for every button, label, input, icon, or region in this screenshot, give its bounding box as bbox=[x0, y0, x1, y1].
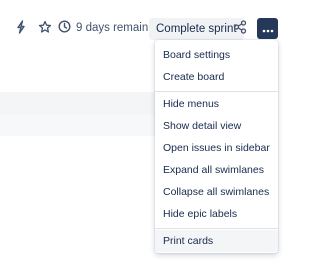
menu-divider bbox=[155, 91, 278, 92]
share-icon bbox=[233, 20, 247, 34]
clock-icon bbox=[58, 20, 76, 36]
menu-item-create-board[interactable]: Create board bbox=[155, 66, 278, 88]
sprint-remaining: 9 days remaining bbox=[58, 17, 164, 39]
menu-item-collapse-all-swimlanes[interactable]: Collapse all swimlanes bbox=[155, 181, 278, 203]
ellipsis-icon bbox=[262, 20, 274, 38]
share-button[interactable] bbox=[229, 16, 251, 38]
automation-button[interactable] bbox=[10, 16, 32, 38]
menu-item-show-detail-view[interactable]: Show detail view bbox=[155, 115, 278, 137]
lightning-bolt-icon bbox=[14, 20, 28, 34]
board-toolbar: 9 days remaining Complete sprint bbox=[0, 0, 288, 44]
menu-item-print-cards[interactable]: Print cards bbox=[155, 230, 278, 252]
menu-item-hide-epic-labels[interactable]: Hide epic labels bbox=[155, 203, 278, 225]
menu-divider bbox=[155, 228, 278, 229]
more-actions-menu: Board settings Create board Hide menus S… bbox=[155, 40, 278, 253]
menu-item-open-issues-in-sidebar[interactable]: Open issues in sidebar bbox=[155, 137, 278, 159]
menu-item-hide-menus[interactable]: Hide menus bbox=[155, 93, 278, 115]
star-outline-icon bbox=[38, 20, 52, 34]
more-actions-button[interactable] bbox=[257, 18, 278, 39]
menu-item-board-settings[interactable]: Board settings bbox=[155, 44, 278, 66]
board-swimlane-band bbox=[0, 114, 155, 136]
menu-item-expand-all-swimlanes[interactable]: Expand all swimlanes bbox=[155, 159, 278, 181]
star-button[interactable] bbox=[34, 16, 56, 38]
